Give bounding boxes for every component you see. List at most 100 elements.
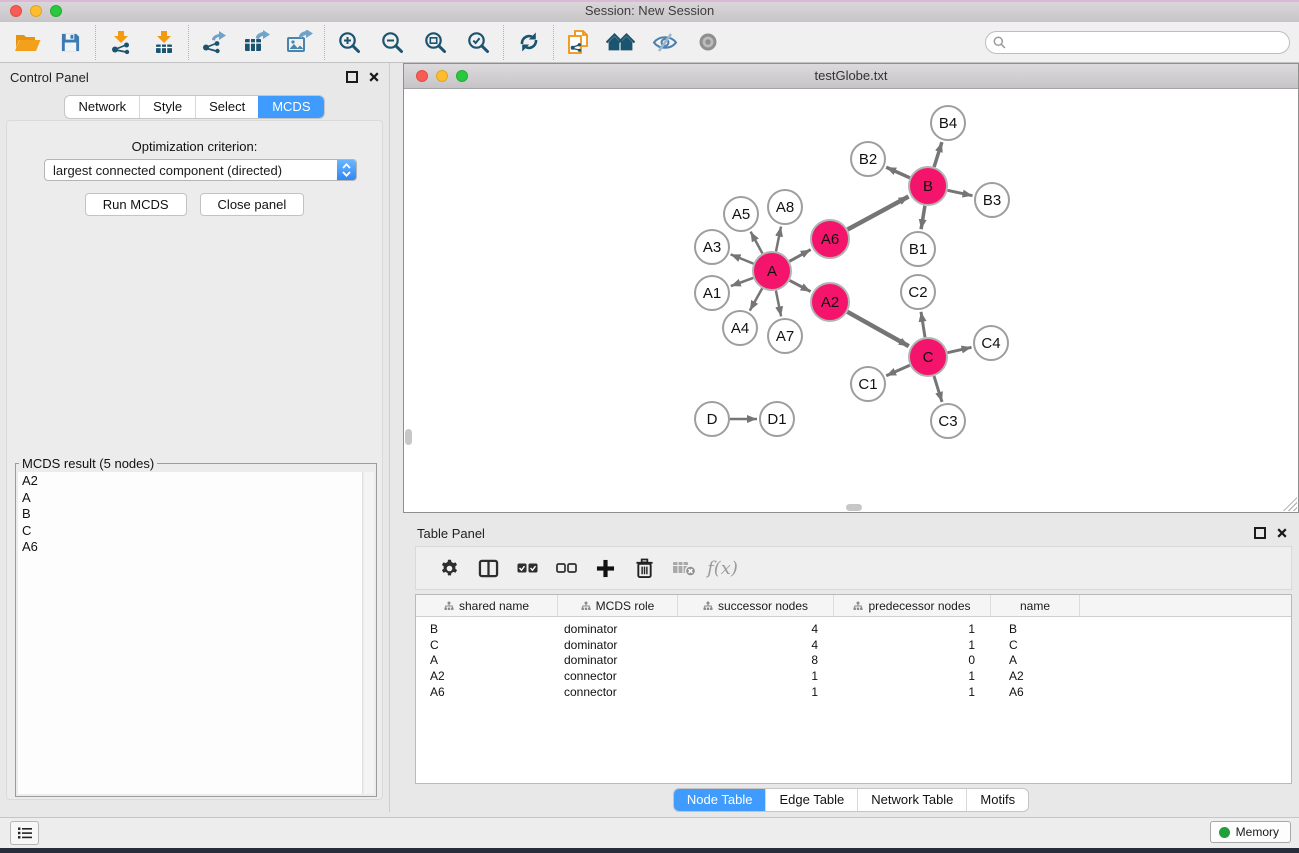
- network-minimize-button[interactable]: [436, 70, 448, 82]
- graph-node-A7[interactable]: A7: [768, 319, 802, 353]
- tab-edge-table[interactable]: Edge Table: [765, 789, 857, 811]
- mcds-result-item[interactable]: A2: [18, 473, 362, 490]
- graph-edge-A2-C[interactable]: [847, 312, 908, 346]
- horizontal-scrollbar-thumb[interactable]: [846, 504, 862, 511]
- panel-menu-button[interactable]: [10, 821, 39, 845]
- graph-node-A2[interactable]: A2: [811, 283, 849, 321]
- graph-node-C3[interactable]: C3: [931, 404, 965, 438]
- column-header-successor-nodes[interactable]: successor nodes: [678, 595, 834, 616]
- clone-network-button[interactable]: [557, 24, 600, 61]
- graph-edge-A-A6[interactable]: [790, 250, 811, 262]
- graph-edge-C-C3[interactable]: [934, 376, 942, 402]
- show-column-button[interactable]: [469, 550, 508, 586]
- export-network-button[interactable]: [192, 24, 235, 61]
- graph-node-C1[interactable]: C1: [851, 367, 885, 401]
- tab-select[interactable]: Select: [195, 96, 258, 118]
- export-image-button[interactable]: [278, 24, 321, 61]
- graph-edge-A6-B[interactable]: [848, 197, 909, 230]
- zoom-fit-button[interactable]: [414, 24, 457, 61]
- tab-mcds[interactable]: MCDS: [258, 96, 323, 118]
- open-file-button[interactable]: [6, 24, 49, 61]
- delete-column-button[interactable]: [625, 550, 664, 586]
- zoom-out-button[interactable]: [371, 24, 414, 61]
- tab-network-table[interactable]: Network Table: [857, 789, 966, 811]
- graph-node-A6[interactable]: A6: [811, 220, 849, 258]
- graph-edge-C-C4[interactable]: [948, 347, 972, 352]
- show-hidden-button[interactable]: [686, 24, 729, 61]
- graph-edge-C-C2[interactable]: [921, 312, 925, 337]
- graph-edge-A-A7[interactable]: [776, 291, 781, 317]
- node-table[interactable]: shared nameMCDS rolesuccessor nodesprede…: [415, 594, 1292, 784]
- graph-edge-A-A3[interactable]: [731, 254, 754, 263]
- mcds-result-item[interactable]: B: [18, 506, 362, 523]
- graph-node-C[interactable]: C: [909, 338, 947, 376]
- column-header-shared-name[interactable]: shared name: [416, 595, 558, 616]
- graph-node-A4[interactable]: A4: [723, 311, 757, 345]
- criterion-select[interactable]: largest connected component (directed): [44, 159, 357, 181]
- zoom-selected-button[interactable]: [457, 24, 500, 61]
- result-scrollbar[interactable]: [364, 472, 374, 794]
- zoom-in-button[interactable]: [328, 24, 371, 61]
- search-box[interactable]: [985, 31, 1290, 54]
- graph-node-B2[interactable]: B2: [851, 142, 885, 176]
- network-canvas[interactable]: AA1A2A3A4A5A6A7A8BB1B2B3B4CC1C2C3C4DD1: [404, 89, 1298, 512]
- graph-node-A8[interactable]: A8: [768, 190, 802, 224]
- table-row[interactable]: Adominator80A: [416, 653, 1291, 669]
- hide-unselected-button[interactable]: [643, 24, 686, 61]
- network-close-button[interactable]: [416, 70, 428, 82]
- network-graph[interactable]: AA1A2A3A4A5A6A7A8BB1B2B3B4CC1C2C3C4DD1: [404, 89, 1297, 513]
- select-all-button[interactable]: [508, 550, 547, 586]
- close-window-button[interactable]: [10, 5, 22, 17]
- graph-node-A3[interactable]: A3: [695, 230, 729, 264]
- float-table-panel-icon[interactable]: [1254, 527, 1266, 539]
- maximize-window-button[interactable]: [50, 5, 62, 17]
- graph-node-B1[interactable]: B1: [901, 232, 935, 266]
- mcds-result-item[interactable]: A6: [18, 539, 362, 556]
- graph-edge-B-B1[interactable]: [921, 206, 925, 229]
- graph-node-B4[interactable]: B4: [931, 106, 965, 140]
- graph-edge-C-C1[interactable]: [886, 365, 910, 376]
- mcds-result-item[interactable]: A: [18, 490, 362, 507]
- function-builder-button[interactable]: f(x): [703, 550, 742, 586]
- graph-node-A[interactable]: A: [753, 252, 791, 290]
- graph-node-D[interactable]: D: [695, 402, 729, 436]
- vertical-scrollbar-thumb[interactable]: [405, 429, 412, 445]
- graph-edge-B-B4[interactable]: [934, 142, 942, 167]
- graph-node-B3[interactable]: B3: [975, 183, 1009, 217]
- tab-node-table[interactable]: Node Table: [674, 789, 766, 811]
- graph-edge-A-A4[interactable]: [750, 288, 762, 310]
- table-row[interactable]: A2connector11A2: [416, 668, 1291, 684]
- close-table-panel-icon[interactable]: [1277, 528, 1287, 538]
- column-header-mcds-role[interactable]: MCDS role: [558, 595, 678, 616]
- table-row[interactable]: Cdominator41C: [416, 637, 1291, 653]
- graph-node-A5[interactable]: A5: [724, 197, 758, 231]
- graph-node-B[interactable]: B: [909, 167, 947, 205]
- minimize-window-button[interactable]: [30, 5, 42, 17]
- column-header-name[interactable]: name: [991, 595, 1080, 616]
- graph-edge-A-A2[interactable]: [790, 280, 811, 291]
- tab-network[interactable]: Network: [65, 96, 139, 118]
- graph-edge-A-A5[interactable]: [751, 232, 763, 254]
- tab-motifs[interactable]: Motifs: [966, 789, 1028, 811]
- delete-table-button[interactable]: [664, 550, 703, 586]
- graph-node-D1[interactable]: D1: [760, 402, 794, 436]
- graph-edge-A-A1[interactable]: [731, 278, 753, 286]
- graph-node-A1[interactable]: A1: [695, 276, 729, 310]
- deselect-all-button[interactable]: [547, 550, 586, 586]
- add-column-button[interactable]: [586, 550, 625, 586]
- float-panel-icon[interactable]: [346, 71, 358, 83]
- close-panel-icon[interactable]: [369, 72, 379, 82]
- close-panel-button[interactable]: Close panel: [200, 193, 305, 216]
- import-table-button[interactable]: [142, 24, 185, 61]
- import-network-button[interactable]: [99, 24, 142, 61]
- graph-node-C2[interactable]: C2: [901, 275, 935, 309]
- graph-edge-B-B3[interactable]: [948, 190, 973, 195]
- memory-button[interactable]: Memory: [1210, 821, 1291, 843]
- save-session-button[interactable]: [49, 24, 92, 61]
- tab-style[interactable]: Style: [139, 96, 195, 118]
- graph-edge-A-A8[interactable]: [776, 227, 781, 252]
- refresh-layout-button[interactable]: [507, 24, 550, 61]
- search-input[interactable]: [1006, 34, 1289, 52]
- table-row[interactable]: Bdominator41B: [416, 621, 1291, 637]
- go-home-button[interactable]: [600, 24, 643, 61]
